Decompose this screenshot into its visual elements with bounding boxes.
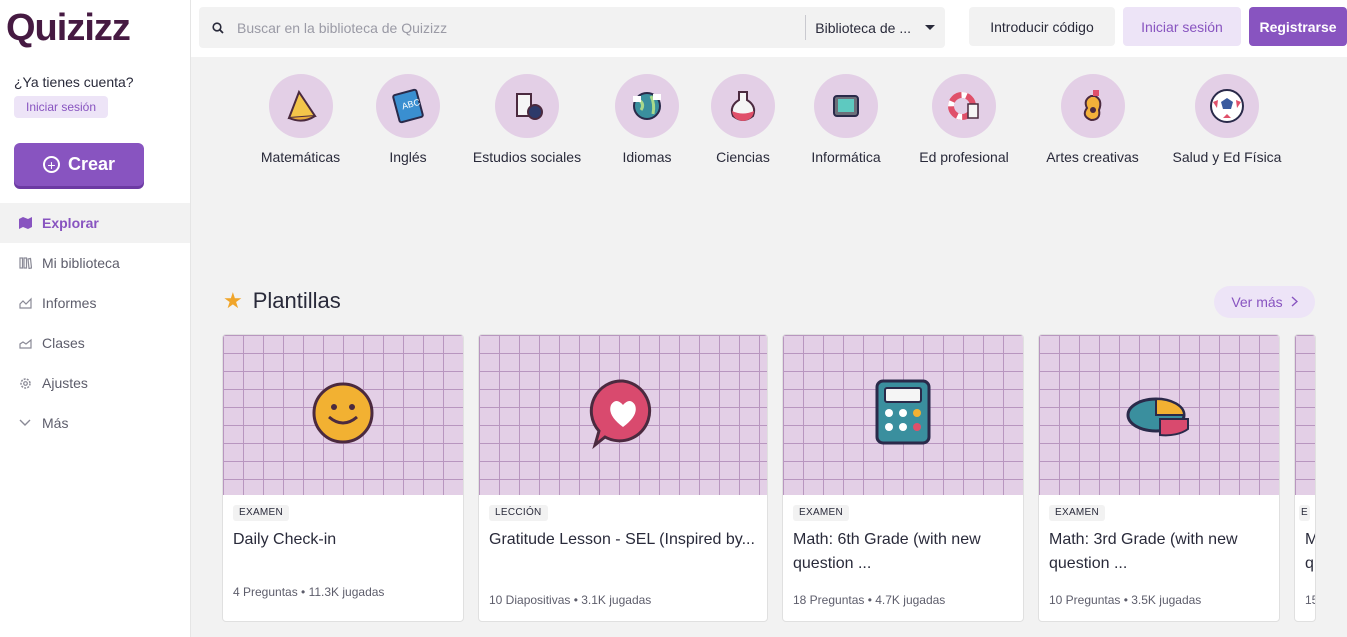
card-thumbnail	[479, 335, 767, 495]
login-button[interactable]: Iniciar sesión	[1123, 7, 1241, 46]
template-card[interactable]: LECCIÓN Gratitude Lesson - SEL (Inspired…	[478, 334, 768, 622]
sidebar-item-explorar[interactable]: Explorar	[0, 203, 190, 243]
pie-chart-icon	[1124, 385, 1194, 446]
see-more-button[interactable]: Ver más	[1214, 286, 1315, 318]
card-thumbnail	[1039, 335, 1279, 495]
sidebar-item-ajustes[interactable]: Ajustes	[0, 363, 190, 403]
card-meta: 18 Preguntas • 4.7K jugadas	[793, 593, 946, 607]
category-label: Informática	[811, 149, 881, 165]
card-title: Math: 6th Grade (with new question ...	[793, 531, 981, 572]
card-thumbnail	[223, 335, 463, 495]
category-estudios-sociales[interactable]: Estudios sociales	[471, 74, 583, 165]
card-title: Gratitude Lesson - SEL (Inspired by...	[489, 531, 755, 548]
chevron-right-icon	[1291, 294, 1298, 310]
category-label: Salud y Ed Física	[1172, 149, 1282, 165]
card-type-tag: EXAMEN	[1049, 505, 1106, 521]
category-label: Ed profesional	[919, 149, 1009, 165]
lifebuoy-icon	[932, 74, 996, 138]
heart-bubble-icon	[585, 375, 661, 456]
star-icon: ★	[223, 288, 243, 313]
search-icon	[199, 21, 237, 34]
chevron-down-icon	[18, 416, 32, 430]
library-select-value: Biblioteca de ...	[815, 19, 911, 36]
template-card[interactable]: EXAMEN Daily Check-in 4 Preguntas • 11.3…	[222, 334, 464, 622]
map-icon	[18, 216, 32, 230]
card-thumbnail	[1295, 335, 1315, 495]
abc-book-icon: ABC	[376, 74, 440, 138]
category-matematicas[interactable]: Matemáticas	[257, 74, 344, 165]
sidebar-nav: Explorar Mi biblioteca Informes Clases A…	[0, 203, 190, 443]
sidebar-item-clases[interactable]: Clases	[0, 323, 190, 363]
calculator-icon	[873, 379, 933, 452]
card-type-tag: EXAMEN	[793, 505, 850, 521]
caret-down-icon	[925, 25, 935, 30]
card-title: Daily Check-in	[233, 531, 337, 548]
template-card[interactable]: EXAMEN Math: 3rd Grade (with new questio…	[1038, 334, 1280, 622]
category-label: Idiomas	[622, 149, 672, 165]
category-label: Inglés	[389, 149, 427, 165]
card-title: Math: 3rd Grade (with new question ...	[1049, 531, 1238, 572]
category-label: Matemáticas	[260, 149, 341, 165]
sidebar-item-label: Explorar	[42, 215, 99, 231]
sidebar: Quizizz ¿Ya tienes cuenta? Iniciar sesió…	[0, 0, 191, 637]
have-account-text: ¿Ya tienes cuenta?	[14, 74, 134, 90]
library-icon	[18, 256, 32, 270]
smiley-icon	[311, 381, 375, 450]
search-input[interactable]	[237, 19, 797, 36]
category-idiomas[interactable]: Idiomas	[615, 74, 679, 165]
top-bar: Biblioteca de ... Introducir código Inic…	[191, 0, 1347, 57]
scroll-icon	[495, 74, 559, 138]
card-thumbnail	[783, 335, 1023, 495]
sidebar-item-label: Clases	[42, 335, 85, 351]
templates-header: ★ Plantillas	[223, 288, 341, 314]
create-button[interactable]: + Crear	[14, 143, 144, 186]
card-meta: 4 Preguntas • 11.3K jugadas	[233, 585, 385, 599]
template-card[interactable]: EXAMEN Math: 6th Grade (with new questio…	[782, 334, 1024, 622]
sidebar-item-mi-biblioteca[interactable]: Mi biblioteca	[0, 243, 190, 283]
category-ciencias[interactable]: Ciencias	[711, 74, 775, 165]
category-ingles[interactable]: ABC Inglés	[376, 74, 440, 165]
sidebar-item-informes[interactable]: Informes	[0, 283, 190, 323]
plus-circle-icon: +	[42, 156, 60, 173]
template-card-partial[interactable]: E M q 15	[1294, 334, 1316, 622]
card-type-tag: LECCIÓN	[489, 505, 548, 521]
flask-icon	[711, 74, 775, 138]
create-label: Crear	[67, 154, 116, 174]
card-type-tag: EXAMEN	[233, 505, 290, 521]
card-type-tag: E	[1299, 505, 1310, 521]
sidebar-item-label: Mi biblioteca	[42, 255, 120, 271]
category-salud-ed-fisica[interactable]: Salud y Ed Física	[1172, 74, 1282, 165]
category-informatica[interactable]: Informática	[803, 74, 889, 165]
category-ed-profesional[interactable]: Ed profesional	[915, 74, 1013, 165]
sidebar-item-label: Informes	[42, 295, 97, 311]
category-label: Ciencias	[716, 149, 770, 165]
globe-icon	[615, 74, 679, 138]
computer-icon	[814, 74, 878, 138]
category-label: Estudios sociales	[472, 149, 582, 165]
subject-categories: Matemáticas ABC Inglés Estudios sociales…	[191, 57, 1347, 167]
math-cone-icon	[268, 74, 333, 138]
soccer-ball-icon	[1195, 74, 1259, 138]
category-artes-creativas[interactable]: Artes creativas	[1042, 74, 1143, 165]
sidebar-signin-button[interactable]: Iniciar sesión	[14, 96, 109, 118]
library-select[interactable]: Biblioteca de ...	[805, 15, 945, 40]
quizizz-logo[interactable]: Quizizz	[6, 6, 156, 50]
svg-text:Quizizz: Quizizz	[6, 7, 130, 49]
card-meta: 15	[1305, 593, 1315, 607]
card-meta: 10 Diapositivas • 3.1K jugadas	[489, 593, 652, 607]
enter-code-button[interactable]: Introducir código	[969, 7, 1115, 46]
category-label: Artes creativas	[1046, 149, 1139, 165]
search-bar[interactable]: Biblioteca de ...	[199, 7, 945, 48]
register-button[interactable]: Registrarse	[1249, 7, 1347, 46]
classes-icon	[18, 336, 32, 350]
templates-title: Plantillas	[252, 288, 341, 313]
sidebar-item-label: Ajustes	[42, 375, 88, 391]
reports-icon	[18, 296, 32, 310]
sidebar-item-label: Más	[42, 415, 69, 431]
gear-icon	[18, 376, 32, 390]
sidebar-item-mas[interactable]: Más	[0, 403, 190, 443]
see-more-label: Ver más	[1231, 294, 1283, 310]
card-meta: 10 Preguntas • 3.5K jugadas	[1049, 593, 1202, 607]
palette-icon	[1060, 74, 1125, 138]
